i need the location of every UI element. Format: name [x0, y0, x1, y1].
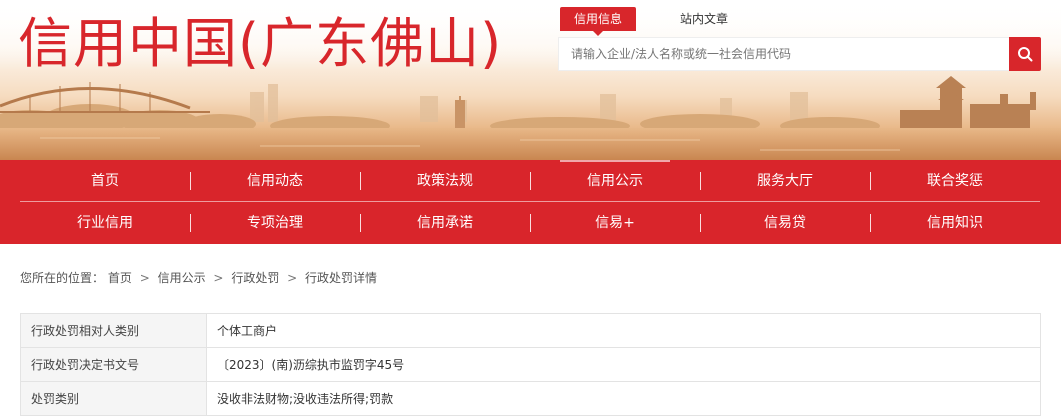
table-row: 行政处罚相对人类别 个体工商户 [20, 313, 1041, 348]
nav-item-credit-commitment[interactable]: 信用承诺 [360, 202, 530, 244]
breadcrumb-separator: > [287, 271, 298, 285]
detail-key: 处罚类别 [20, 381, 207, 416]
breadcrumb-prefix: 您所在的位置： [20, 271, 105, 285]
nav-item-credit-knowledge[interactable]: 信用知识 [870, 202, 1040, 244]
search-input[interactable] [558, 37, 1010, 71]
detail-value: 〔2023〕(南)沥综执市监罚字45号 [206, 347, 1041, 382]
breadcrumb-link-administrative-penalty[interactable]: 行政处罚 [231, 271, 279, 285]
nav-item-industry-credit[interactable]: 行业信用 [20, 202, 190, 244]
nav-row-primary: 首页 信用动态 政策法规 信用公示 服务大厅 联合奖惩 [20, 160, 1040, 202]
table-row: 行政处罚决定书文号 〔2023〕(南)沥综执市监罚字45号 [20, 347, 1041, 382]
detail-key: 行政处罚相对人类别 [20, 313, 207, 348]
breadcrumb-link-credit-publicity[interactable]: 信用公示 [158, 271, 206, 285]
breadcrumb-current: 行政处罚详情 [305, 271, 378, 285]
search-button[interactable] [1009, 37, 1041, 71]
breadcrumb: 您所在的位置： 首页 > 信用公示 > 行政处罚 > 行政处罚详情 [20, 268, 377, 288]
penalty-detail-table: 行政处罚相对人类别 个体工商户 行政处罚决定书文号 〔2023〕(南)沥综执市监… [20, 313, 1041, 416]
nav-item-credit-news[interactable]: 信用动态 [190, 160, 360, 202]
nav-item-rewards-penalties[interactable]: 联合奖惩 [870, 160, 1040, 202]
search-tab-credit-info[interactable]: 信用信息 [560, 7, 636, 36]
breadcrumb-separator: > [139, 271, 150, 285]
nav-item-special-governance[interactable]: 专项治理 [190, 202, 360, 244]
header-banner: 信用中国(广东佛山) 信用信息 站内文章 [0, 0, 1061, 160]
nav-item-xinyi-loan[interactable]: 信易贷 [700, 202, 870, 244]
nav-item-policies[interactable]: 政策法规 [360, 160, 530, 202]
site-title: 信用中国(广东佛山) [18, 12, 503, 75]
search-tab-site-articles[interactable]: 站内文章 [668, 7, 740, 31]
breadcrumb-link-home[interactable]: 首页 [108, 271, 132, 285]
table-row: 处罚类别 没收非法财物;没收违法所得;罚款 [20, 381, 1041, 416]
nav-item-credit-publicity[interactable]: 信用公示 [530, 160, 700, 202]
detail-key: 行政处罚决定书文号 [20, 347, 207, 382]
breadcrumb-separator: > [213, 271, 224, 285]
nav-row-secondary: 行业信用 专项治理 信用承诺 信易+ 信易贷 信用知识 [20, 202, 1040, 244]
nav-item-service-hall[interactable]: 服务大厅 [700, 160, 870, 202]
search-icon [1018, 47, 1033, 62]
nav-item-xinyi-plus[interactable]: 信易+ [530, 202, 700, 244]
detail-value: 个体工商户 [206, 313, 1041, 348]
detail-value: 没收非法财物;没收违法所得;罚款 [206, 381, 1041, 416]
nav-item-home[interactable]: 首页 [20, 160, 190, 202]
main-navigation: 首页 信用动态 政策法规 信用公示 服务大厅 联合奖惩 行业信用 专项治理 信用… [0, 160, 1061, 244]
